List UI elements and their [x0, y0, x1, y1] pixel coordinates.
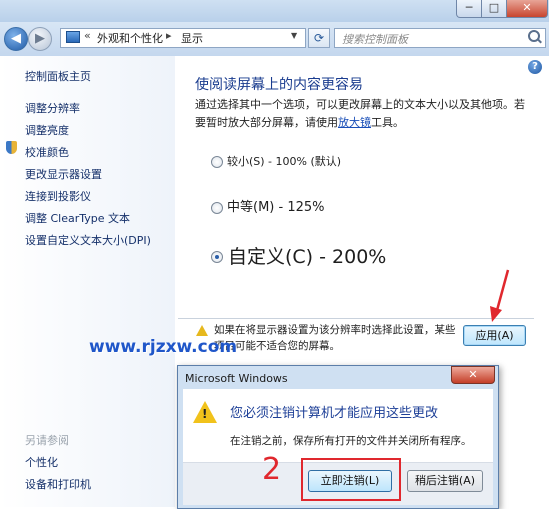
radio-custom[interactable]	[211, 251, 223, 263]
highlight-box	[301, 458, 401, 501]
close-icon: ✕	[522, 1, 532, 14]
minimize-icon: ─	[465, 1, 473, 14]
close-icon: ✕	[468, 368, 478, 381]
watermark-text: www.rjzxw.com	[89, 337, 238, 357]
breadcrumb-chevron[interactable]: «	[84, 29, 91, 42]
window-close-button[interactable]: ✕	[506, 0, 548, 18]
resolution-warning: 如果在将显示器设置为该分辨率时选择此设置，某些项目可能不适合您的屏幕。	[214, 324, 456, 352]
sidebar-item-projector[interactable]: 连接到投影仪	[25, 188, 91, 204]
page-title: 使阅读屏幕上的内容更容易	[195, 77, 363, 93]
help-icon[interactable]: ?	[528, 60, 542, 74]
minimize-button[interactable]: ─	[456, 0, 482, 18]
sidebar-link-devices-printers[interactable]: 设备和打印机	[25, 476, 91, 492]
divider	[178, 318, 534, 319]
option-custom-label[interactable]: 自定义(C) - 200%	[228, 242, 386, 269]
sidebar-item-display-settings[interactable]: 更改显示器设置	[25, 166, 102, 182]
dialog-heading: 您必须注销计算机才能应用这些更改	[230, 406, 439, 421]
magnifier-link[interactable]: 放大镜	[338, 116, 371, 129]
description-suffix: 工具。	[371, 116, 404, 129]
option-smaller-label[interactable]: 较小(S) - 100% (默认)	[227, 153, 341, 169]
maximize-button[interactable]: □	[481, 0, 507, 18]
radio-medium[interactable]	[211, 202, 223, 214]
apply-button[interactable]: 应用(A)	[463, 325, 526, 346]
radio-smaller[interactable]	[211, 156, 223, 168]
dialog-close-button[interactable]: ✕	[451, 366, 495, 384]
arrow-head	[490, 306, 502, 322]
option-medium-label[interactable]: 中等(M) - 125%	[227, 196, 324, 215]
refresh-button[interactable]: ⟳	[308, 28, 330, 48]
warning-exclamation: !	[202, 407, 208, 421]
sidebar-item-cleartype[interactable]: 调整 ClearType 文本	[25, 210, 130, 226]
control-panel-icon	[66, 31, 80, 43]
logoff-later-button[interactable]: 稍后注销(A)	[407, 470, 483, 492]
arrow-shaft	[494, 269, 510, 315]
maximize-icon: □	[488, 1, 500, 14]
dialog-title: Microsoft Windows	[185, 372, 288, 385]
breadcrumb-appearance[interactable]: 外观和个性化	[97, 30, 163, 46]
see-also-heading: 另请参阅	[25, 434, 69, 447]
page-description: 通过选择其中一个选项，可以更改屏幕上的文本大小以及其他项。若要暂时放大部分屏幕，…	[195, 96, 530, 132]
dialog-body	[183, 389, 493, 462]
dialog-message: 在注销之前，保存所有打开的文件并关闭所有程序。	[230, 435, 472, 447]
sidebar-link-personalization[interactable]: 个性化	[25, 454, 58, 470]
forward-arrow-icon: ▶	[35, 31, 45, 46]
back-button[interactable]: ◀	[4, 27, 28, 51]
search-placeholder: 搜索控制面板	[342, 33, 408, 46]
sidebar-item-custom-dpi[interactable]: 设置自定义文本大小(DPI)	[25, 232, 151, 248]
step-number: 2	[262, 452, 282, 487]
forward-button[interactable]: ▶	[28, 27, 52, 51]
search-icon[interactable]	[528, 30, 540, 42]
breadcrumb-display[interactable]: 显示	[181, 30, 203, 46]
address-dropdown-icon[interactable]: ▼	[291, 31, 297, 40]
sidebar-item-resolution[interactable]: 调整分辨率	[25, 100, 80, 116]
breadcrumb-separator[interactable]: ▸	[166, 29, 172, 42]
sidebar-item-calibrate-color[interactable]: 校准颜色	[25, 144, 69, 160]
sidebar-home-link[interactable]: 控制面板主页	[25, 68, 91, 84]
shield-icon	[6, 141, 17, 154]
back-arrow-icon: ◀	[11, 31, 21, 46]
warning-icon	[196, 325, 208, 336]
refresh-icon: ⟳	[313, 31, 325, 45]
sidebar-item-brightness[interactable]: 调整亮度	[25, 122, 69, 138]
